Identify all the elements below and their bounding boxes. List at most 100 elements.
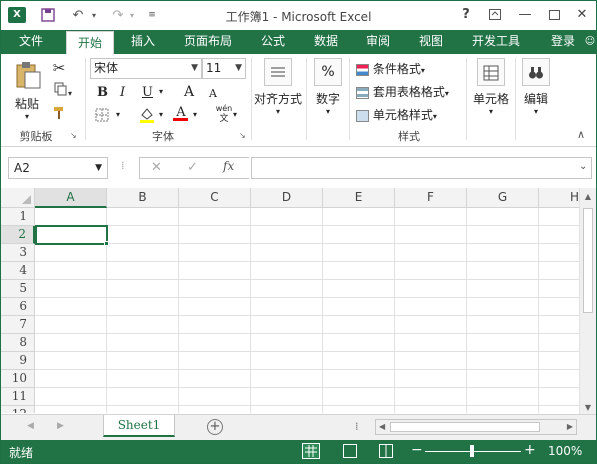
- row-header-3[interactable]: 3: [1, 244, 35, 262]
- paste-button[interactable]: 粘贴 ▾: [9, 60, 45, 121]
- row-header-8[interactable]: 8: [1, 334, 35, 352]
- scroll-thumb[interactable]: [390, 422, 540, 432]
- gridline: [35, 279, 581, 280]
- underline-dropdown-icon[interactable]: ▾: [159, 87, 163, 96]
- cancel-icon[interactable]: ✕: [151, 160, 162, 175]
- italic-button[interactable]: I: [120, 85, 125, 100]
- vertical-scrollbar[interactable]: ▲ ▼: [579, 188, 596, 414]
- name-box[interactable]: A2 ▼: [8, 157, 108, 179]
- ribbon-display-icon[interactable]: [484, 5, 506, 25]
- sheet-next-icon[interactable]: ▶: [57, 421, 64, 431]
- row-header-6[interactable]: 6: [1, 298, 35, 316]
- fill-color-dropdown-icon[interactable]: ▾: [159, 110, 163, 119]
- phonetic-dropdown-icon[interactable]: ▾: [233, 110, 237, 119]
- row-header-2[interactable]: 2: [1, 226, 35, 244]
- shrink-font-button[interactable]: A: [209, 87, 217, 100]
- bold-button[interactable]: B: [97, 85, 108, 100]
- page-layout-view-icon[interactable]: [343, 444, 357, 458]
- number-button[interactable]: % 数字 ▾: [310, 58, 346, 124]
- zoom-level[interactable]: 100%: [548, 444, 582, 458]
- minimize-icon[interactable]: —: [514, 5, 536, 25]
- row-header-5[interactable]: 5: [1, 280, 35, 298]
- scroll-right-icon[interactable]: ▶: [567, 422, 573, 431]
- tab-file[interactable]: 文件: [7, 30, 55, 54]
- format-as-table-button[interactable]: 套用表格格式▾: [356, 83, 449, 100]
- zoom-out-icon[interactable]: −: [411, 442, 423, 458]
- column-header-h[interactable]: H: [539, 188, 581, 208]
- font-color-button[interactable]: A: [173, 105, 189, 121]
- normal-view-icon[interactable]: [302, 443, 320, 459]
- cells-button[interactable]: 单元格 ▾: [471, 58, 511, 124]
- close-icon[interactable]: ✕: [571, 5, 593, 25]
- font-color-dropdown-icon[interactable]: ▾: [193, 110, 197, 119]
- sheet-tab-sheet1[interactable]: Sheet1: [103, 415, 175, 437]
- binoculars-icon: [522, 58, 550, 86]
- tab-login[interactable]: 登录: [541, 30, 585, 54]
- table-icon: [356, 86, 369, 99]
- expand-formula-icon[interactable]: ⌄: [579, 161, 587, 172]
- grow-font-button[interactable]: A: [184, 84, 194, 100]
- border-dropdown-icon[interactable]: ▾: [116, 110, 120, 119]
- column-header-a[interactable]: A: [35, 188, 107, 208]
- help-button[interactable]: ?: [455, 5, 477, 25]
- row-header-10[interactable]: 10: [1, 370, 35, 388]
- clipboard-launcher-icon[interactable]: ↘: [70, 131, 77, 140]
- scroll-down-icon[interactable]: ▼: [580, 403, 596, 412]
- scroll-up-icon[interactable]: ▲: [580, 192, 596, 201]
- tab-developer[interactable]: 开发工具: [463, 30, 529, 54]
- enter-icon[interactable]: ✓: [187, 160, 198, 175]
- column-header-f[interactable]: F: [395, 188, 467, 208]
- scroll-left-icon[interactable]: ◀: [379, 422, 385, 431]
- column-header-b[interactable]: B: [107, 188, 179, 208]
- selected-cell[interactable]: [35, 225, 108, 245]
- scroll-thumb[interactable]: [583, 208, 593, 313]
- zoom-slider-thumb[interactable]: [470, 445, 474, 457]
- alignment-button[interactable]: 对齐方式 ▾: [253, 58, 303, 124]
- select-all-button[interactable]: [1, 188, 35, 208]
- smiley-icon[interactable]: ☺: [583, 30, 596, 54]
- zoom-in-icon[interactable]: +: [524, 442, 536, 458]
- column-header-g[interactable]: G: [467, 188, 539, 208]
- cell-styles-button[interactable]: 单元格样式▾: [356, 106, 437, 123]
- format-painter-icon[interactable]: [50, 106, 68, 122]
- tab-data[interactable]: 数据: [304, 30, 348, 54]
- tab-review[interactable]: 审阅: [356, 30, 400, 54]
- font-size-combo[interactable]: 11 ▼: [202, 58, 246, 79]
- paste-dropdown-icon[interactable]: ▾: [9, 112, 45, 121]
- column-header-e[interactable]: E: [323, 188, 395, 208]
- page-break-view-icon[interactable]: [379, 444, 393, 458]
- row-header-12[interactable]: 12: [1, 406, 35, 413]
- fill-color-icon[interactable]: [138, 106, 156, 127]
- maximize-icon[interactable]: [543, 5, 565, 25]
- fill-handle[interactable]: [104, 241, 109, 246]
- font-name-value: 宋体: [94, 61, 119, 75]
- new-sheet-icon[interactable]: +: [207, 419, 223, 435]
- tab-view[interactable]: 视图: [409, 30, 453, 54]
- row-header-1[interactable]: 1: [1, 208, 35, 226]
- editing-button[interactable]: 编辑 ▾: [519, 58, 553, 124]
- tab-page-layout[interactable]: 页面布局: [175, 30, 241, 54]
- underline-button[interactable]: U: [142, 85, 153, 100]
- tab-home[interactable]: 开始: [66, 31, 114, 55]
- tab-insert[interactable]: 插入: [121, 30, 165, 54]
- conditional-format-button[interactable]: 条件格式▾: [356, 60, 425, 77]
- column-header-c[interactable]: C: [179, 188, 251, 208]
- phonetic-button[interactable]: wén 文: [213, 104, 235, 124]
- row-header-7[interactable]: 7: [1, 316, 35, 334]
- font-name-combo[interactable]: 宋体 ▼: [90, 58, 202, 79]
- row-header-4[interactable]: 4: [1, 262, 35, 280]
- font-launcher-icon[interactable]: ↘: [239, 131, 246, 140]
- copy-icon[interactable]: ▾: [49, 82, 77, 100]
- cut-icon[interactable]: ✂: [49, 59, 69, 77]
- worksheet-grid[interactable]: ABCDEFGH 123456789101112: [1, 188, 581, 413]
- horizontal-scrollbar[interactable]: ◀ ▶: [375, 419, 577, 435]
- collapse-ribbon-icon[interactable]: ∧: [577, 128, 585, 141]
- sheet-prev-icon[interactable]: ◀: [27, 421, 34, 431]
- tab-formulas[interactable]: 公式: [251, 30, 295, 54]
- row-header-11[interactable]: 11: [1, 388, 35, 406]
- formula-input[interactable]: [251, 157, 592, 179]
- insert-function-button[interactable]: fx: [223, 159, 234, 173]
- column-header-d[interactable]: D: [251, 188, 323, 208]
- row-header-9[interactable]: 9: [1, 352, 35, 370]
- border-icon[interactable]: [95, 108, 109, 125]
